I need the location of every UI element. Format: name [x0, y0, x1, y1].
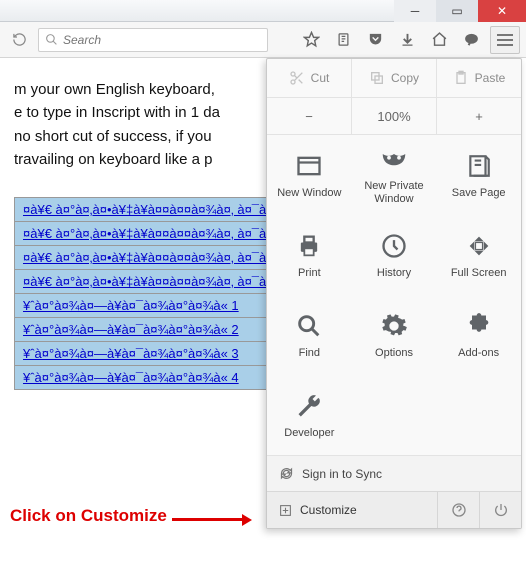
new-private-window-button[interactable]: New Private Window — [352, 135, 437, 215]
table-row[interactable]: ¥ˆà¤°à¤¾à¤—à¥à¤¯à¤¾à¤°à¤¾à« 1 — [15, 294, 304, 318]
hamburger-menu-panel: Cut Copy Paste − 100% + New Window New P… — [266, 58, 522, 529]
fullscreen-icon — [464, 231, 494, 261]
menu-button[interactable] — [490, 26, 520, 54]
zoom-out-button[interactable]: − — [267, 98, 351, 134]
reload-button[interactable] — [6, 27, 32, 53]
gear-icon — [379, 311, 409, 341]
bookmarks-list-button[interactable] — [330, 27, 356, 53]
table-row[interactable]: ¥ˆà¤°à¤¾à¤—à¥à¤¯à¤¾à¤°à¤¾à« 4 — [15, 366, 304, 390]
table-row[interactable]: ¤à¥€ à¤°à¤‚à¤•à¥‡à¥à¤¤à¤¤à¤¾à¤‚ à¤¯à¤¾ 3 — [15, 198, 304, 222]
pocket-button[interactable] — [362, 27, 388, 53]
annotation-arrow — [172, 516, 252, 522]
sign-in-sync-button[interactable]: Sign in to Sync — [267, 455, 521, 491]
clipboard-icon — [453, 70, 469, 86]
print-button[interactable]: Print — [267, 215, 352, 295]
save-icon — [464, 151, 494, 181]
annotation-text: Click on Customize — [10, 506, 167, 526]
table-row[interactable]: ¤à¥€ à¤°à¤‚à¤•à¥‡à¥à¤¤à¤¤à¤¾à¤‚ à¤¯à¤¾ 5 — [15, 246, 304, 270]
table-row[interactable]: ¥ˆà¤°à¤¾à¤—à¥à¤¯à¤¾à¤°à¤¾à« 3 — [15, 342, 304, 366]
table-row[interactable]: ¥ˆà¤°à¤¾à¤—à¥à¤¯à¤¾à¤°à¤¾à« 2 — [15, 318, 304, 342]
history-button[interactable]: History — [352, 215, 437, 295]
window-maximize-button[interactable]: ▭ — [436, 0, 478, 22]
help-button[interactable] — [437, 492, 479, 528]
fullscreen-button[interactable]: Full Screen — [436, 215, 521, 295]
scissors-icon — [289, 70, 305, 86]
new-window-button[interactable]: New Window — [267, 135, 352, 215]
search-icon — [45, 33, 58, 46]
save-page-button[interactable]: Save Page — [436, 135, 521, 215]
copy-button[interactable]: Copy — [352, 59, 437, 97]
options-button[interactable]: Options — [352, 295, 437, 375]
power-icon — [493, 502, 509, 518]
printer-icon — [294, 231, 324, 261]
addons-button[interactable]: Add-ons — [436, 295, 521, 375]
zoom-level[interactable]: 100% — [351, 98, 437, 134]
home-button[interactable] — [426, 27, 452, 53]
search-input[interactable] — [63, 33, 261, 47]
window-minimize-button[interactable]: ─ — [394, 0, 436, 22]
cut-button[interactable]: Cut — [267, 59, 352, 97]
table-row[interactable]: ¤à¥€ à¤°à¤‚à¤•à¥‡à¥à¤¤à¤¤à¤¾à¤‚ à¤¯à¤¾ 4 — [15, 222, 304, 246]
copy-icon — [369, 70, 385, 86]
search-box[interactable] — [38, 28, 268, 52]
links-table: ¤à¥€ à¤°à¤‚à¤•à¥‡à¥à¤¤à¤¤à¤¾à¤‚ à¤¯à¤¾ 3… — [14, 197, 304, 390]
sync-icon — [279, 466, 294, 481]
find-button[interactable]: Find — [267, 295, 352, 375]
wrench-icon — [294, 391, 324, 421]
history-icon — [379, 231, 409, 261]
puzzle-icon — [464, 311, 494, 341]
downloads-button[interactable] — [394, 27, 420, 53]
table-row[interactable]: ¤à¥€ à¤°à¤‚à¤•à¥‡à¥à¤¤à¤¤à¤¾à¤‚ à¤¯à¤¾ 6 — [15, 270, 304, 294]
chat-button[interactable] — [458, 27, 484, 53]
bookmark-star-button[interactable] — [298, 27, 324, 53]
mask-icon — [379, 144, 409, 174]
browser-toolbar — [0, 22, 526, 58]
window-close-button[interactable]: ✕ — [478, 0, 526, 22]
customize-button[interactable]: Customize — [267, 492, 437, 528]
window-icon — [294, 151, 324, 181]
find-icon — [294, 311, 324, 341]
developer-button[interactable]: Developer — [267, 375, 352, 455]
exit-button[interactable] — [479, 492, 521, 528]
paste-button[interactable]: Paste — [437, 59, 521, 97]
help-icon — [451, 502, 467, 518]
plus-box-icon — [279, 504, 292, 517]
zoom-in-button[interactable]: + — [437, 98, 521, 134]
